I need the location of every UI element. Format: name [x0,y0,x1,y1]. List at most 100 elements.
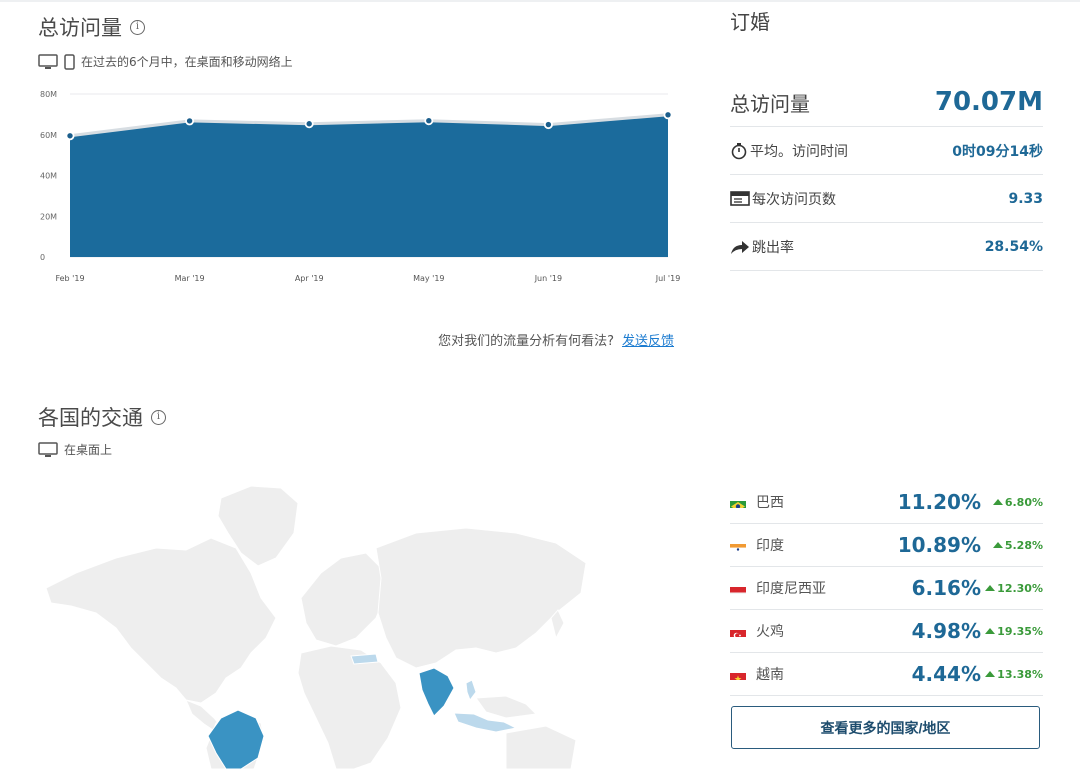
x-tick-label: May '19 [413,274,444,283]
map-vietnam [465,679,477,702]
bounce-rate-value: 28.54% [984,238,1043,255]
feedback-question: 您对我们的流量分析有何看法? [438,334,614,349]
bounce-rate-row: 跳出率 28.54% [730,223,1043,271]
indonesia-flag-icon [730,583,746,594]
country-change-value: 5.28% [1004,538,1043,552]
x-tick-label: Mar '19 [175,274,205,283]
brazil-flag-icon [730,497,746,508]
visits-data-point [543,120,553,130]
bounce-rate-label: 跳出率 [752,239,794,256]
visits-data-point [304,119,314,129]
pages-per-visit-row: 每次访问页数 9.33 [730,175,1043,223]
visits-chart: 0 20M 40M 60M 80M Feb '19 Mar '19 Apr '19 May '1… [36,84,686,294]
country-list: 巴西 11.20% 6.80% 印度 10.89% 5.28% 印度尼西亚 6.… [730,481,1043,696]
india-flag-icon [730,540,746,551]
geo-subtitle: 在桌面上 [64,443,113,457]
y-tick-label: 40M [40,172,57,181]
country-name: 火鸡 [756,624,784,640]
avg-visit-duration-label-wrap: 平均。访问时间 [730,141,848,161]
map-north-america [45,537,277,704]
country-change: 12.30% [985,581,1043,595]
visits-data-point [424,116,434,126]
turkey-flag-icon [730,626,746,637]
country-change-value: 12.30% [997,581,1043,595]
desktop-icon [38,53,58,69]
engagement-metrics: 总访问量 70.07M 平均。访问时间 0时09分14秒 每次访问页数 9.33 [730,78,1043,271]
y-tick-label: 60M [40,131,57,140]
visits-subtitle-row: 在过去的6个月中，在桌面和移动网络上 [38,53,293,70]
y-tick-label: 80M [40,90,57,99]
y-tick-label: 0 [40,253,45,262]
map-india [418,667,455,717]
map-africa [297,645,402,769]
country-change: 6.80% [989,496,1043,509]
country-row-turkey[interactable]: 火鸡 4.98% 19.35% [730,610,1043,653]
country-share: 4.44% [911,662,981,686]
visits-title: 总访问量 i [38,12,145,42]
mobile-icon [64,53,75,70]
country-change-value: 6.80% [1004,495,1043,509]
x-tick-label: Jun '19 [534,274,562,283]
map-asia [375,527,587,669]
total-visits-value: 70.07M [934,87,1043,117]
country-row-brazil[interactable]: 巴西 11.20% 6.80% [730,481,1043,524]
desktop-icon [38,441,58,457]
country-row-indonesia[interactable]: 印度尼西亚 6.16% 12.30% [730,567,1043,610]
up-caret-icon [985,585,996,591]
geo-title-text: 各国的交通 [38,406,143,430]
bounce-arrow-icon [731,240,749,254]
info-icon[interactable]: i [151,409,166,425]
avg-visit-duration-label: 平均。访问时间 [750,143,848,160]
visits-subtitle: 在过去的6个月中，在桌面和移动网络上 [81,55,293,69]
visits-title-text: 总访问量 [38,16,122,40]
country-name: 巴西 [756,495,784,511]
pages-per-visit-label-wrap: 每次访问页数 [730,189,836,209]
country-change-value: 19.35% [997,624,1043,638]
country-share: 4.98% [911,619,981,643]
country-share: 11.20% [897,490,981,514]
country-row-india[interactable]: 印度 10.89% 5.28% [730,524,1043,567]
country-name: 印度 [756,538,784,554]
total-visits-row: 总访问量 70.07M [730,78,1043,127]
total-visits-label: 总访问量 [730,91,810,116]
map-australia [505,725,577,769]
up-caret-icon [992,499,1003,505]
country-change: 19.35% [985,624,1043,638]
pages-icon [730,190,750,206]
country-change: 13.38% [985,667,1043,681]
visits-chart-svg: 0 20M 40M 60M 80M Feb '19 Mar '19 Apr '19 May '1… [40,90,681,283]
avg-visit-duration-value: 0时09分14秒 [952,143,1043,160]
engagement-title: 订婚 [730,10,770,34]
country-name: 印度尼西亚 [756,581,826,597]
visits-area [70,114,668,257]
bounce-rate-label-wrap: 跳出率 [730,237,794,257]
map-turkey [350,653,379,665]
x-tick-label: Jul '19 [655,274,681,283]
world-map[interactable] [36,478,596,769]
geo-title: 各国的交通 i [38,402,166,432]
vietnam-flag-icon [730,669,746,680]
x-tick-label: Apr '19 [295,274,324,283]
map-europe [300,552,387,647]
country-share: 6.16% [911,576,981,600]
up-caret-icon [985,671,996,677]
geo-subtitle-row: 在桌面上 [38,441,112,458]
pages-per-visit-value: 9.33 [1008,190,1043,207]
send-feedback-link[interactable]: 发送反馈 [622,334,674,349]
country-change-value: 13.38% [997,667,1043,681]
visits-data-point [65,131,75,141]
info-icon[interactable]: i [130,19,145,35]
country-change: 5.28% [989,539,1043,552]
avg-visit-duration-row: 平均。访问时间 0时09分14秒 [730,127,1043,175]
up-caret-icon [992,542,1003,548]
feedback-row: 您对我们的流量分析有何看法? 发送反馈 [438,330,674,349]
y-tick-label: 20M [40,212,57,221]
visits-data-point [185,116,195,126]
top-divider [0,0,1080,2]
map-se-asia [475,695,538,719]
country-share: 10.89% [897,533,981,557]
world-map-svg [45,485,587,769]
country-row-vietnam[interactable]: 越南 4.44% 13.38% [730,653,1043,696]
more-countries-button[interactable]: 查看更多的国家/地区 [731,706,1040,749]
country-name: 越南 [756,667,784,683]
